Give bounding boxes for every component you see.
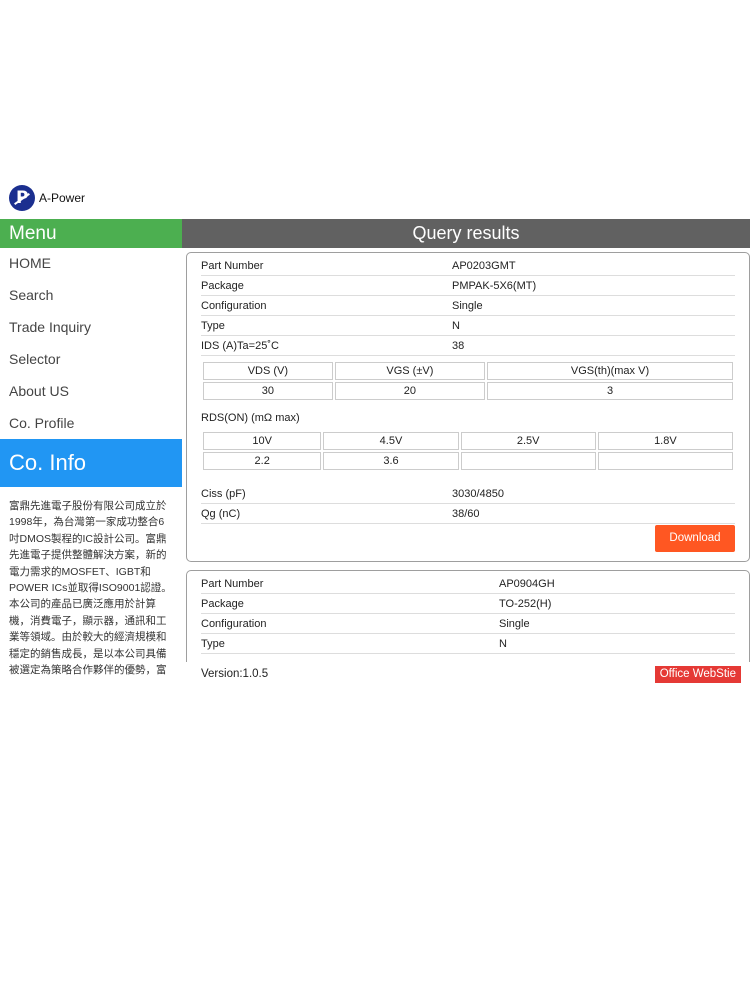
rds-header-4-5v: 4.5V (323, 432, 459, 450)
rds-header-10v: 10V (203, 432, 322, 450)
part-number-value: AP0904GH (499, 578, 555, 590)
rds-header-1-8v: 1.8V (597, 432, 733, 450)
part-number-row: Part Number AP0203GMT (201, 256, 735, 276)
footer-bar: Version:1.0.5 Office WebStie (182, 662, 750, 686)
menu-heading: Menu (0, 219, 182, 248)
configuration-value: Single (452, 300, 483, 312)
result-card: Part Number AP0904GH Package TO-252(H) C… (186, 570, 750, 662)
a-power-logo-icon[interactable]: P (9, 185, 35, 211)
rds-on-label: RDS(ON) (mΩ max) (201, 412, 300, 424)
configuration-value: Single (499, 618, 530, 630)
vds-header: VDS (V) (203, 362, 333, 380)
rds-header-2-5v: 2.5V (460, 432, 596, 450)
qg-value: 38/60 (452, 508, 480, 520)
brand-name: A-Power (39, 191, 86, 205)
type-value: N (452, 320, 460, 332)
configuration-row: Configuration Single (201, 614, 735, 634)
configuration-row: Configuration Single (201, 296, 735, 316)
rds-value-10v: 2.2 (203, 452, 322, 470)
office-website-button[interactable]: Office WebStie (654, 666, 741, 683)
type-row: Type N (201, 634, 735, 654)
nav-item-selector[interactable]: Selector (0, 344, 182, 376)
type-label: Type (201, 638, 225, 650)
co-info-heading: Co. Info (0, 439, 182, 487)
qg-label: Qg (nC) (201, 508, 241, 520)
rds-value-2-5v (460, 452, 596, 470)
package-label: Package (201, 280, 244, 292)
download-button[interactable]: Download (655, 525, 735, 552)
voltage-table: VDS (V) VGS (±V) VGS(th)(max V) 30 20 3 (201, 360, 735, 402)
vgs-th-value: 3 (487, 382, 733, 400)
rds-value-1-8v (597, 452, 733, 470)
package-value: PMPAK-5X6(MT) (452, 280, 537, 292)
type-row: Type N (201, 316, 735, 336)
rds-value-4-5v: 3.6 (323, 452, 459, 470)
ids-row: IDS (A)Ta=25˚C 38 (201, 336, 735, 356)
nav-item-about-us[interactable]: About US (0, 376, 182, 408)
qg-row: Qg (nC) 38/60 (201, 504, 735, 524)
vgs-value: 20 (334, 382, 485, 400)
ids-label: IDS (A)Ta=25˚C (201, 340, 279, 352)
part-number-value: AP0203GMT (452, 260, 516, 272)
part-number-row: Part Number AP0904GH (201, 574, 735, 594)
nav-item-co-profile[interactable]: Co. Profile (0, 408, 182, 440)
configuration-label: Configuration (201, 300, 267, 312)
ciss-label: Ciss (pF) (201, 488, 246, 500)
type-value: N (499, 638, 507, 650)
package-value: TO-252(H) (499, 598, 552, 610)
ciss-value: 3030/4850 (452, 488, 504, 500)
configuration-label: Configuration (201, 618, 267, 630)
part-number-label: Part Number (201, 260, 264, 272)
package-label: Package (201, 598, 244, 610)
rds-on-table: 10V 4.5V 2.5V 1.8V 2.2 3.6 (201, 430, 735, 472)
query-results-heading: Query results (182, 219, 750, 248)
package-row: Package PMPAK-5X6(MT) (201, 276, 735, 296)
part-number-label: Part Number (201, 578, 264, 590)
company-description: 富鼎先進電子股份有限公司成立於1998年，為台灣第一家成功整合6吋DMOS製程的… (9, 500, 172, 677)
result-card: Part Number AP0203GMT Package PMPAK-5X6(… (186, 252, 750, 562)
nav-item-home[interactable]: HOME (0, 248, 182, 280)
vgs-th-header: VGS(th)(max V) (487, 362, 733, 380)
app-header: P A-Power (0, 180, 750, 218)
sidebar-menu: HOME Search Trade Inquiry Selector About… (0, 248, 182, 440)
version-label: Version:1.0.5 (201, 668, 269, 680)
type-label: Type (201, 320, 225, 332)
ciss-row: Ciss (pF) 3030/4850 (201, 484, 735, 504)
nav-item-trade-inquiry[interactable]: Trade Inquiry (0, 312, 182, 344)
nav-item-search[interactable]: Search (0, 280, 182, 312)
vgs-header: VGS (±V) (334, 362, 485, 380)
vds-value: 30 (203, 382, 333, 400)
ids-value: 38 (452, 340, 465, 352)
package-row: Package TO-252(H) (201, 594, 735, 614)
results-list[interactable]: Part Number AP0203GMT Package PMPAK-5X6(… (186, 252, 750, 662)
